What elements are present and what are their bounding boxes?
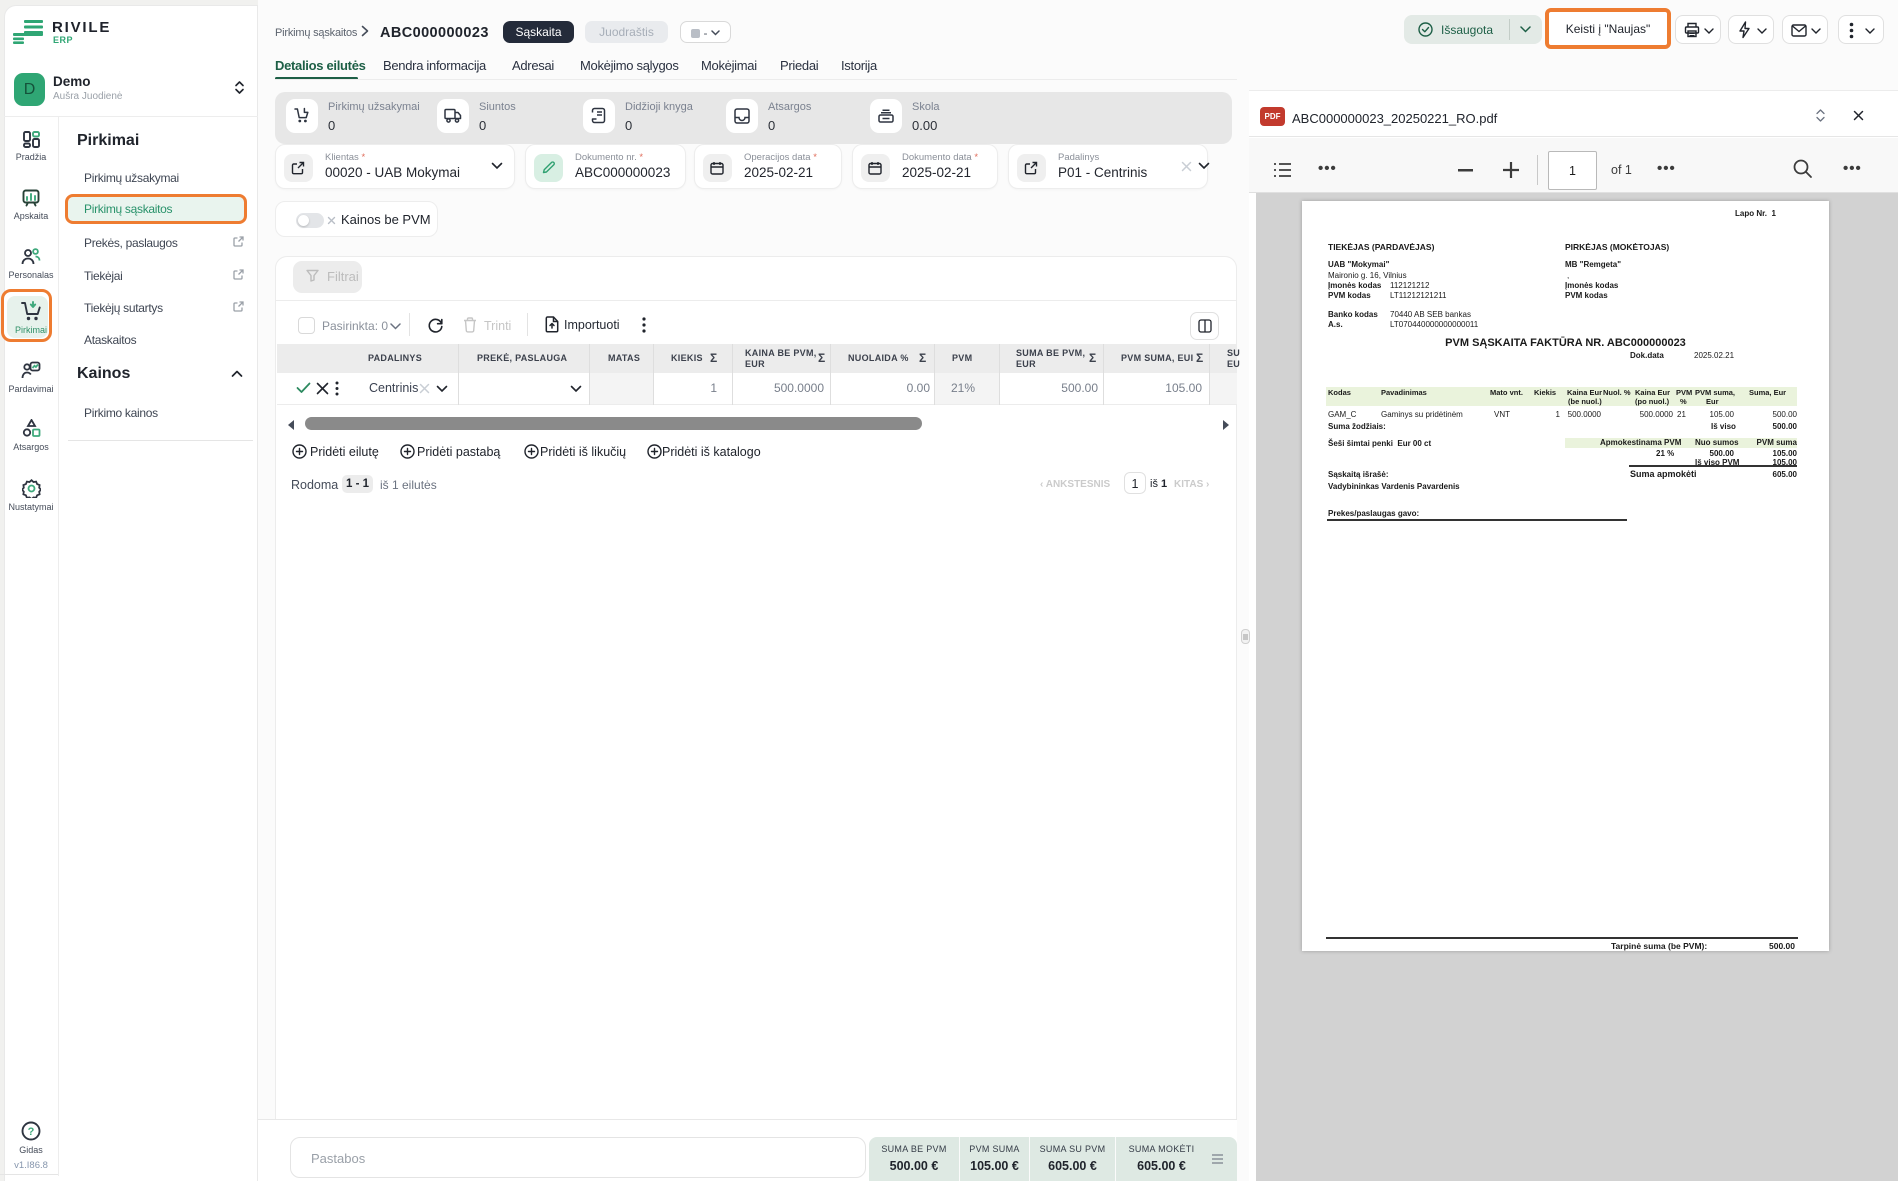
svg-text:?: ? bbox=[28, 1126, 35, 1138]
